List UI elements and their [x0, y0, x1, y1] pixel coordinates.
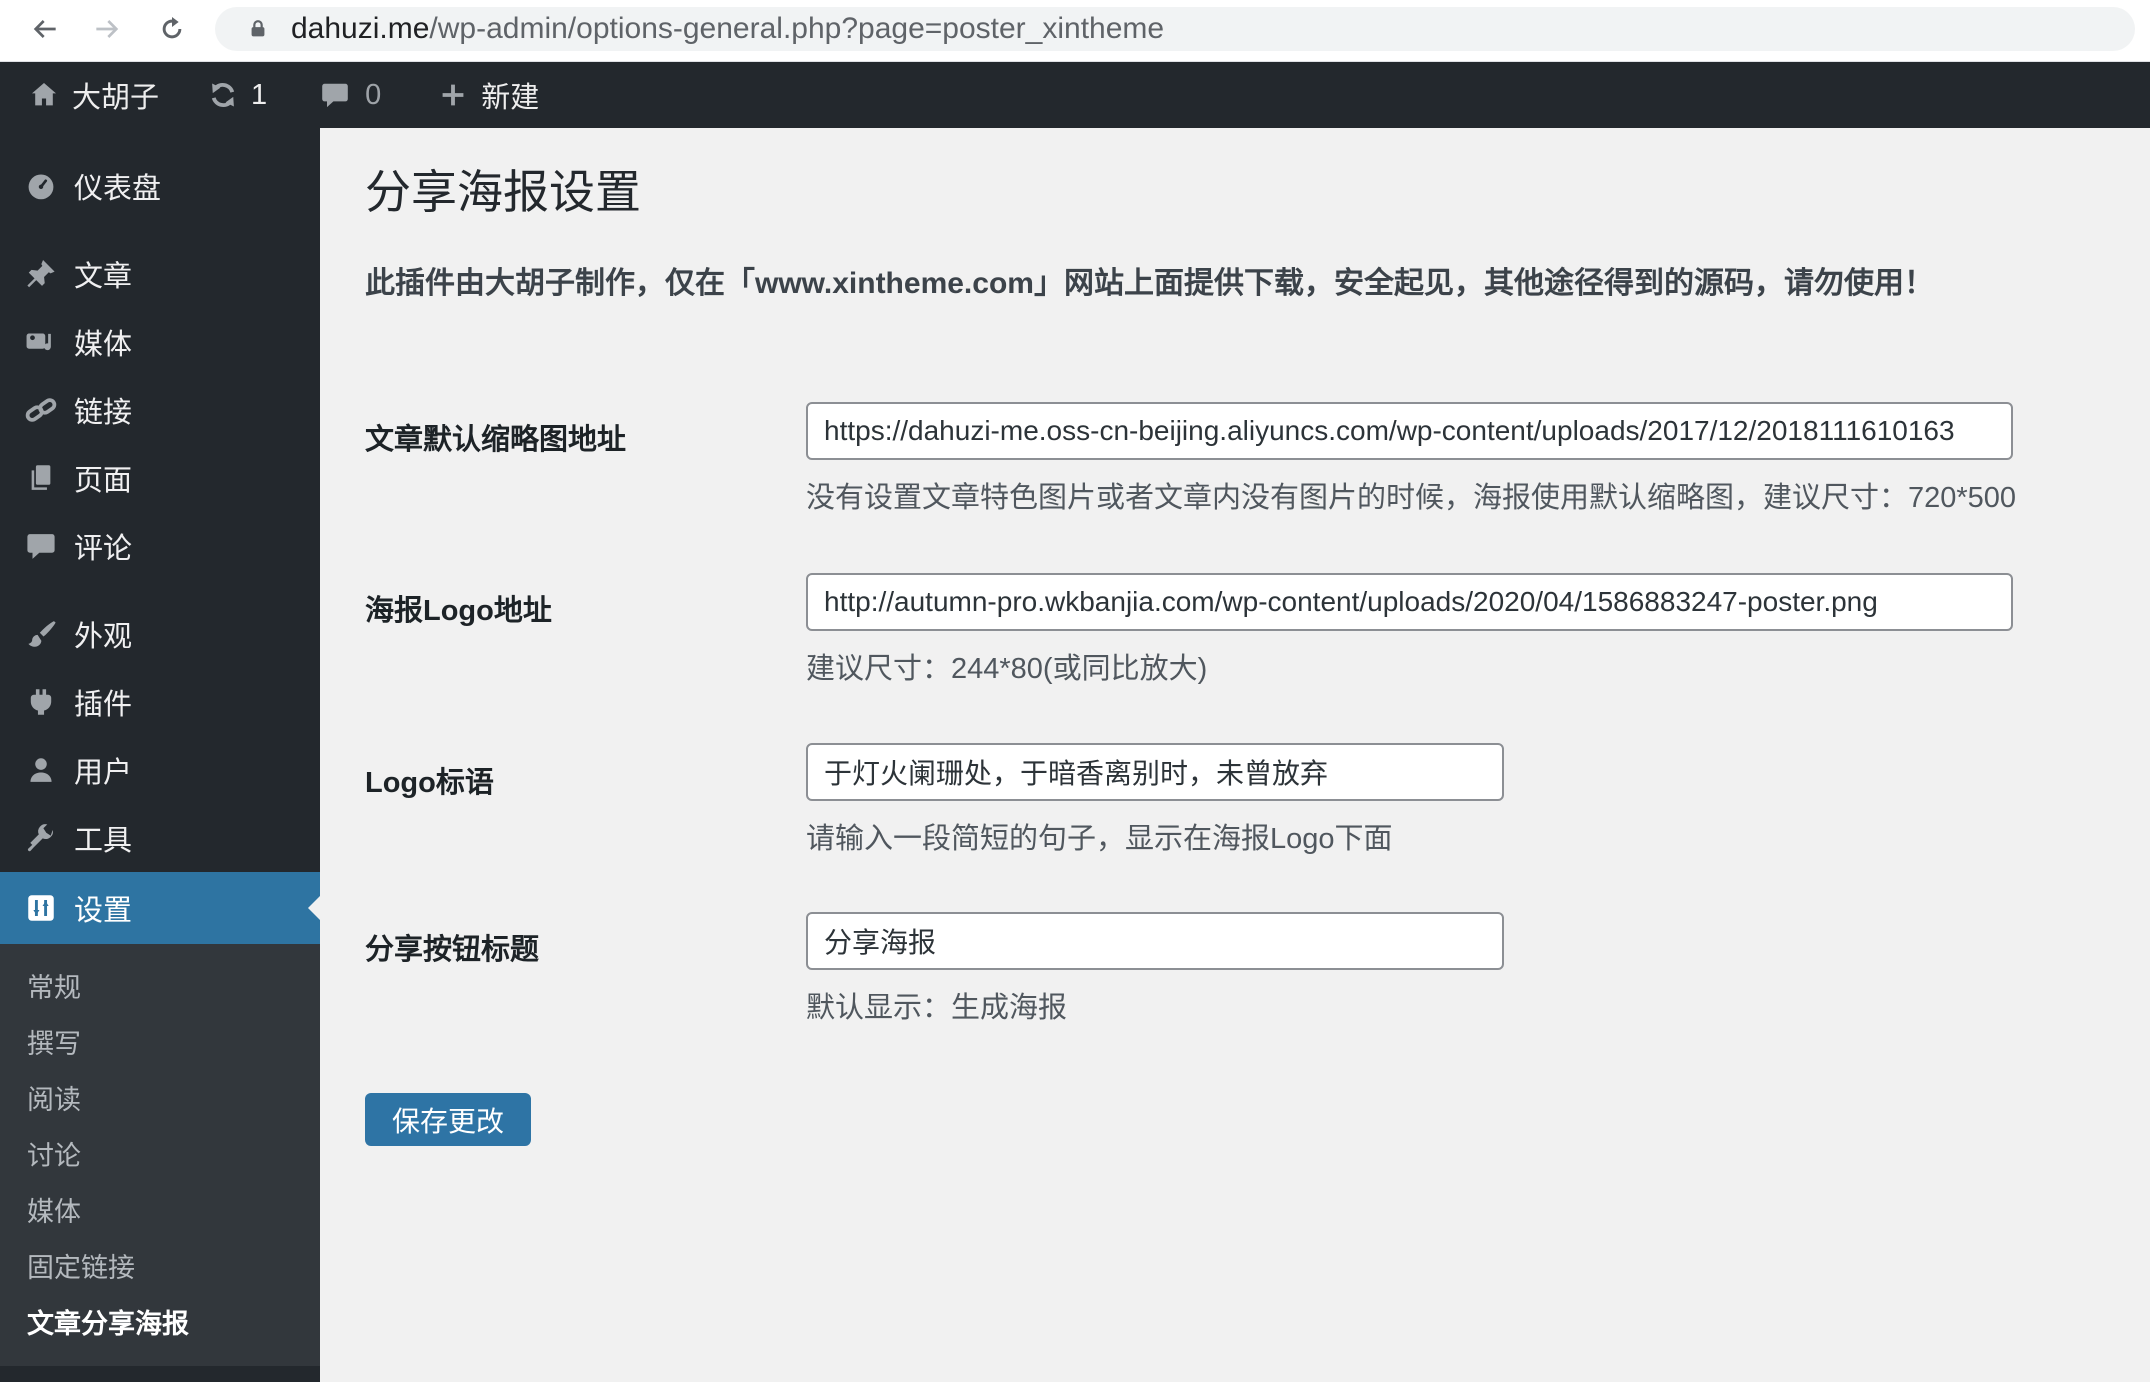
- settings-sliders-icon: [28, 895, 54, 921]
- sidebar-item-links[interactable]: 链接: [0, 376, 320, 444]
- sidebar-item-label: 设置: [74, 895, 133, 927]
- sidebar-item-label: 链接: [74, 397, 133, 429]
- update-count: 1: [251, 78, 268, 111]
- browser-toolbar: dahuzi.me/wp-admin/options-general.php?p…: [0, 0, 2150, 62]
- field-helper-poster-logo: 建议尺寸：244*80(或同比放大): [806, 653, 1208, 685]
- address-bar[interactable]: dahuzi.me/wp-admin/options-general.php?p…: [215, 7, 2135, 51]
- new-label: 新建: [481, 82, 540, 114]
- field-label-poster-logo: 海报Logo地址: [365, 595, 552, 627]
- sidebar-item-plugins[interactable]: 插件: [0, 668, 320, 736]
- settings-submenu: 常规 撰写 阅读 讨论 媒体 固定链接 文章分享海报: [0, 944, 320, 1366]
- admin-bar-new[interactable]: 新建: [437, 74, 539, 116]
- sidebar-item-pages[interactable]: 页面: [0, 444, 320, 512]
- comment-count: 0: [365, 78, 382, 111]
- dashboard-icon: [28, 174, 54, 200]
- admin-bar-comments[interactable]: 0: [319, 79, 381, 112]
- submenu-item-poster[interactable]: 文章分享海报: [0, 1296, 320, 1352]
- url-path: /wp-admin/options-general.php?page=poste…: [429, 12, 1165, 45]
- share-button-title-input[interactable]: [806, 912, 1504, 970]
- submenu-item-writing[interactable]: 撰写: [0, 1016, 320, 1072]
- plugin-notice: 此插件由大胡子制作，仅在「www.xintheme.com」网站上面提供下载，安…: [365, 267, 1934, 300]
- link-icon: [25, 398, 57, 422]
- wp-admin-bar: 大胡子 1 0 新建: [0, 62, 2150, 128]
- poster-logo-input[interactable]: [806, 573, 2013, 631]
- admin-sidebar: 仪表盘 文章 媒体 链接 页面 评论 外观 插件 用户 工具 设置 常规 撰写 …: [0, 128, 320, 1382]
- comment-bubble-icon: [322, 83, 348, 108]
- url-domain: dahuzi.me: [291, 12, 430, 45]
- sidebar-item-label: 页面: [74, 465, 133, 497]
- field-label-logo-slogan: Logo标语: [365, 767, 494, 799]
- submenu-item-discussion[interactable]: 讨论: [0, 1128, 320, 1184]
- url-text: dahuzi.me/wp-admin/options-general.php?p…: [291, 12, 1164, 46]
- home-icon: [32, 83, 56, 106]
- sidebar-item-users[interactable]: 用户: [0, 736, 320, 804]
- sidebar-item-media[interactable]: 媒体: [0, 308, 320, 376]
- browser-forward-icon[interactable]: [91, 13, 123, 45]
- site-name: 大胡子: [72, 82, 160, 114]
- sidebar-item-label: 评论: [74, 533, 133, 565]
- default-thumbnail-input[interactable]: [806, 402, 2013, 460]
- sidebar-item-label: 插件: [74, 689, 133, 721]
- sidebar-item-posts[interactable]: 文章: [0, 240, 320, 308]
- submenu-item-media[interactable]: 媒体: [0, 1184, 320, 1240]
- sidebar-item-appearance[interactable]: 外观: [0, 600, 320, 668]
- field-helper-default-thumbnail: 没有设置文章特色图片或者文章内没有图片的时候，海报使用默认缩略图，建议尺寸：72…: [806, 482, 2017, 514]
- field-helper-logo-slogan: 请输入一段简短的句子，显示在海报Logo下面: [806, 823, 1393, 855]
- lock-icon: [251, 20, 265, 37]
- submenu-item-general[interactable]: 常规: [0, 960, 320, 1016]
- field-label-default-thumbnail: 文章默认缩略图地址: [365, 424, 627, 456]
- field-label-share-button-title: 分享按钮标题: [365, 934, 540, 966]
- admin-bar-site-menu[interactable]: 大胡子: [28, 74, 159, 116]
- sidebar-item-label: 媒体: [74, 329, 133, 361]
- pages-icon: [31, 465, 51, 490]
- logo-slogan-input[interactable]: [806, 743, 1504, 801]
- browser-back-icon[interactable]: [29, 13, 61, 45]
- media-icon: [26, 333, 51, 351]
- plug-icon: [30, 689, 52, 715]
- active-menu-arrow: [296, 896, 320, 920]
- submenu-item-permalinks[interactable]: 固定链接: [0, 1240, 320, 1296]
- brush-icon: [28, 621, 56, 647]
- sidebar-item-dashboard[interactable]: 仪表盘: [0, 152, 320, 220]
- plus-icon: [442, 84, 464, 106]
- submenu-item-reading[interactable]: 阅读: [0, 1072, 320, 1128]
- sidebar-item-label: 用户: [74, 757, 133, 789]
- browser-reload-icon[interactable]: [156, 13, 188, 45]
- user-icon: [30, 758, 52, 782]
- field-helper-share-button-title: 默认显示：生成海报: [806, 992, 1068, 1024]
- comments-icon: [27, 534, 55, 559]
- sidebar-item-tools[interactable]: 工具: [0, 804, 320, 872]
- page-title: 分享海报设置: [365, 166, 641, 218]
- sidebar-item-label: 仪表盘: [74, 173, 162, 205]
- sidebar-item-label: 外观: [74, 621, 133, 653]
- save-changes-button[interactable]: 保存更改: [365, 1093, 532, 1146]
- admin-bar-updates[interactable]: 1: [207, 79, 267, 112]
- sidebar-item-label: 文章: [74, 261, 133, 293]
- updates-icon: [211, 83, 235, 107]
- settings-page: 分享海报设置 此插件由大胡子制作，仅在「www.xintheme.com」网站上…: [320, 128, 2150, 1382]
- wrench-icon: [27, 824, 53, 852]
- sidebar-item-comments[interactable]: 评论: [0, 512, 320, 580]
- sidebar-item-settings[interactable]: 设置: [0, 872, 320, 944]
- pushpin-icon: [27, 260, 55, 288]
- sidebar-item-label: 工具: [74, 825, 133, 857]
